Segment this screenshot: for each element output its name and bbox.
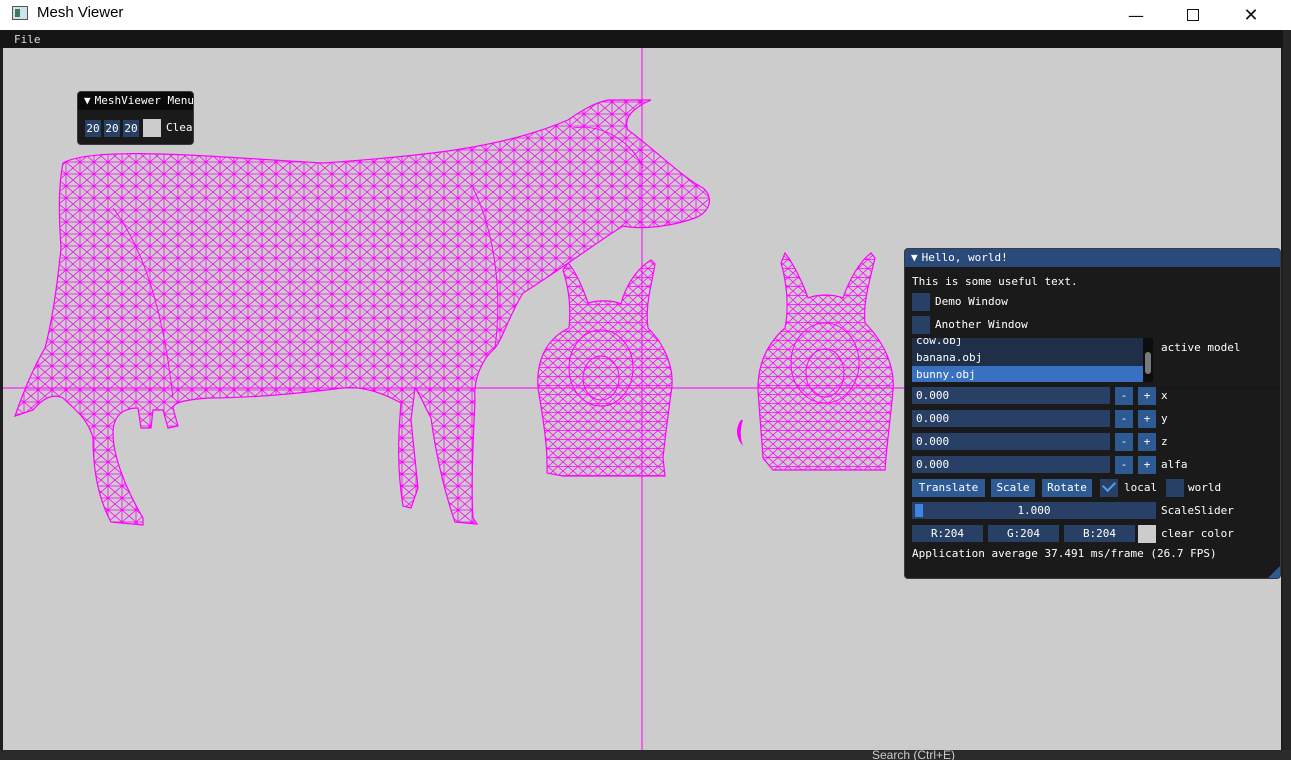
meshviewer-menu-header[interactable]: ▼ MeshViewer Menu	[78, 92, 193, 110]
y-minus-button[interactable]: -	[1115, 410, 1133, 428]
local-label: local	[1124, 481, 1158, 494]
useful-text: This is some useful text.	[912, 275, 1078, 288]
maximize-button[interactable]	[1164, 0, 1222, 30]
y-label: y	[1161, 412, 1168, 425]
clear-color-label: clear color	[1161, 527, 1234, 540]
another-window-checkbox[interactable]	[912, 316, 930, 334]
minimize-icon: —	[1128, 5, 1144, 25]
search-box[interactable]: Search (Ctrl+E)	[872, 750, 955, 760]
resize-grip-icon[interactable]	[1268, 566, 1280, 578]
active-model-label: active model	[1161, 341, 1241, 354]
bottom-strip: Search (Ctrl+E)	[0, 750, 1291, 760]
scale-slider-grab[interactable]	[915, 504, 923, 517]
hello-world-window[interactable]: ▼ Hello, world! This is some useful text.…	[904, 248, 1281, 579]
blue-input[interactable]: B:204	[1064, 525, 1135, 542]
close-icon: ✕	[1243, 4, 1259, 26]
clear-color-swatch[interactable]	[1138, 525, 1156, 543]
minimize-button[interactable]: —	[1107, 0, 1165, 30]
alfa-plus-button[interactable]: +	[1138, 456, 1156, 474]
model-listbox[interactable]: cow.obj banana.obj bunny.obj	[912, 338, 1143, 382]
bunny-mesh-right	[757, 251, 894, 471]
list-item-cow[interactable]: cow.obj	[912, 338, 1143, 349]
z-plus-button[interactable]: +	[1138, 433, 1156, 451]
demo-window-label: Demo Window	[935, 295, 1008, 308]
app-icon	[12, 6, 28, 20]
meshviewer-menu-window[interactable]: ▼MeshViewer Menu 20 20 20 Clear	[77, 91, 194, 145]
scale-slider[interactable]: 1.000	[912, 502, 1156, 519]
local-checkbox[interactable]	[1100, 477, 1118, 497]
alfa-label: alfa	[1161, 458, 1188, 471]
world-label: world	[1188, 481, 1222, 494]
x-input[interactable]: 0.000	[912, 387, 1110, 404]
collapse-triangle-icon[interactable]: ▼	[84, 92, 91, 110]
z-minus-button[interactable]: -	[1115, 433, 1133, 451]
mini-field-3[interactable]: 20	[123, 120, 139, 137]
another-window-label: Another Window	[935, 318, 1028, 331]
y-input[interactable]: 0.000	[912, 410, 1110, 427]
mini-field-1[interactable]: 20	[85, 120, 101, 137]
red-input[interactable]: R:204	[912, 525, 983, 542]
scale-slider-label: ScaleSlider	[1161, 504, 1234, 517]
alfa-input[interactable]: 0.000	[912, 456, 1110, 473]
window-titlebar: Mesh Viewer — ✕	[0, 0, 1291, 30]
world-checkbox[interactable]	[1166, 479, 1184, 497]
z-input[interactable]: 0.000	[912, 433, 1110, 450]
collapse-triangle-icon[interactable]: ▼	[911, 249, 918, 267]
mini-field-2[interactable]: 20	[104, 120, 120, 137]
list-item-banana[interactable]: banana.obj	[912, 349, 1143, 366]
hello-world-header[interactable]: ▼ Hello, world!	[905, 249, 1280, 267]
scrollbar-grab[interactable]	[1145, 352, 1151, 374]
meshviewer-menu-title: MeshViewer Menu	[94, 94, 193, 107]
banana-mesh	[737, 420, 743, 446]
mini-clear-swatch[interactable]	[143, 119, 161, 137]
x-minus-button[interactable]: -	[1115, 387, 1133, 405]
list-item-bunny[interactable]: bunny.obj	[912, 366, 1143, 382]
x-plus-button[interactable]: +	[1138, 387, 1156, 405]
z-label: z	[1161, 435, 1168, 448]
mini-clear-label: Clear	[166, 121, 193, 134]
x-label: x	[1161, 389, 1168, 402]
rotate-button[interactable]: Rotate	[1042, 479, 1092, 497]
y-plus-button[interactable]: +	[1138, 410, 1156, 428]
scale-slider-value: 1.000	[1017, 504, 1051, 517]
green-input[interactable]: G:204	[988, 525, 1059, 542]
fps-text: Application average 37.491 ms/frame (26.…	[912, 547, 1217, 560]
menu-file[interactable]: File	[14, 33, 41, 46]
menu-bar: File	[0, 30, 1283, 48]
hello-world-title: Hello, world!	[921, 251, 1008, 264]
bunny-mesh-left	[537, 259, 673, 477]
maximize-icon	[1187, 9, 1199, 21]
model-list-scrollbar[interactable]	[1143, 338, 1153, 382]
scale-button[interactable]: Scale	[991, 479, 1035, 497]
background-editor-strip	[1283, 30, 1291, 760]
window-title: Mesh Viewer	[37, 4, 124, 21]
checkmark-icon	[1101, 477, 1117, 493]
close-button[interactable]: ✕	[1222, 0, 1280, 30]
alfa-minus-button[interactable]: -	[1115, 456, 1133, 474]
demo-window-checkbox[interactable]	[912, 293, 930, 311]
translate-button[interactable]: Translate	[912, 479, 985, 497]
